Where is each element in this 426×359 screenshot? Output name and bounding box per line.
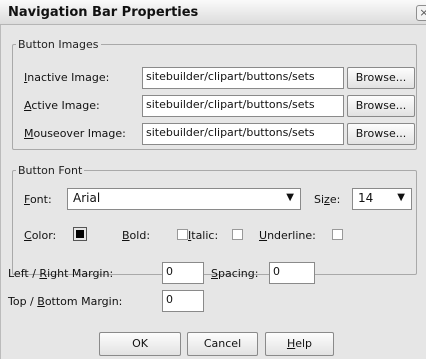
inactive-image-field[interactable]: sitebuilder/clipart/buttons/sets [142,67,344,89]
italic-label: Italic: [188,229,219,242]
cancel-button[interactable]: Cancel [187,332,258,356]
left-right-margin-field[interactable]: 0 [162,262,204,284]
top-bottom-margin-label: Top / Bottom Margin: [8,295,123,308]
spacing-field[interactable]: 0 [269,262,315,284]
chevron-down-icon: ▼ [397,192,405,203]
font-dropdown[interactable]: Arial ▼ [67,188,301,210]
top-bottom-margin-field[interactable]: 0 [162,290,204,312]
active-image-field[interactable]: sitebuilder/clipart/buttons/sets [142,95,344,117]
button-font-legend: Button Font [18,164,83,177]
help-button[interactable]: Help [265,332,334,356]
mouseover-browse-button[interactable]: Browse... [347,123,415,145]
active-browse-button[interactable]: Browse... [347,95,415,117]
size-value: 14 [358,191,374,205]
size-label: Size: [314,193,341,206]
font-value: Arial [73,191,101,205]
underline-checkbox[interactable] [332,229,343,240]
button-font-group: Button Font [12,164,417,275]
ok-button[interactable]: OK [99,332,181,356]
close-icon[interactable]: × [416,5,426,21]
dialog-body: Button Images Inactive Image: sitebuilde… [0,25,426,359]
color-label: Color: [24,229,57,242]
left-right-margin-label: Left / Right Margin: [8,267,114,280]
bold-checkbox[interactable] [177,229,188,240]
inactive-browse-button[interactable]: Browse... [347,67,415,89]
inactive-image-label: Inactive Image: [24,71,110,84]
mouseover-image-label: Mouseover Image: [24,127,126,140]
font-label: Font: [24,193,52,206]
bold-label: Bold: [122,229,151,242]
italic-checkbox[interactable] [232,229,243,240]
dialog-title-bar[interactable]: Navigation Bar Properties × [0,0,426,25]
spacing-label: Spacing: [211,267,259,280]
color-swatch-fill [76,230,84,238]
button-images-legend: Button Images [18,38,99,51]
dialog-title: Navigation Bar Properties [8,5,199,20]
color-swatch[interactable] [73,227,87,241]
mouseover-image-field[interactable]: sitebuilder/clipart/buttons/sets [142,123,344,145]
chevron-down-icon: ▼ [286,192,294,203]
active-image-label: Active Image: [24,99,100,112]
size-dropdown[interactable]: 14 ▼ [352,188,412,210]
underline-label: Underline: [259,229,316,242]
